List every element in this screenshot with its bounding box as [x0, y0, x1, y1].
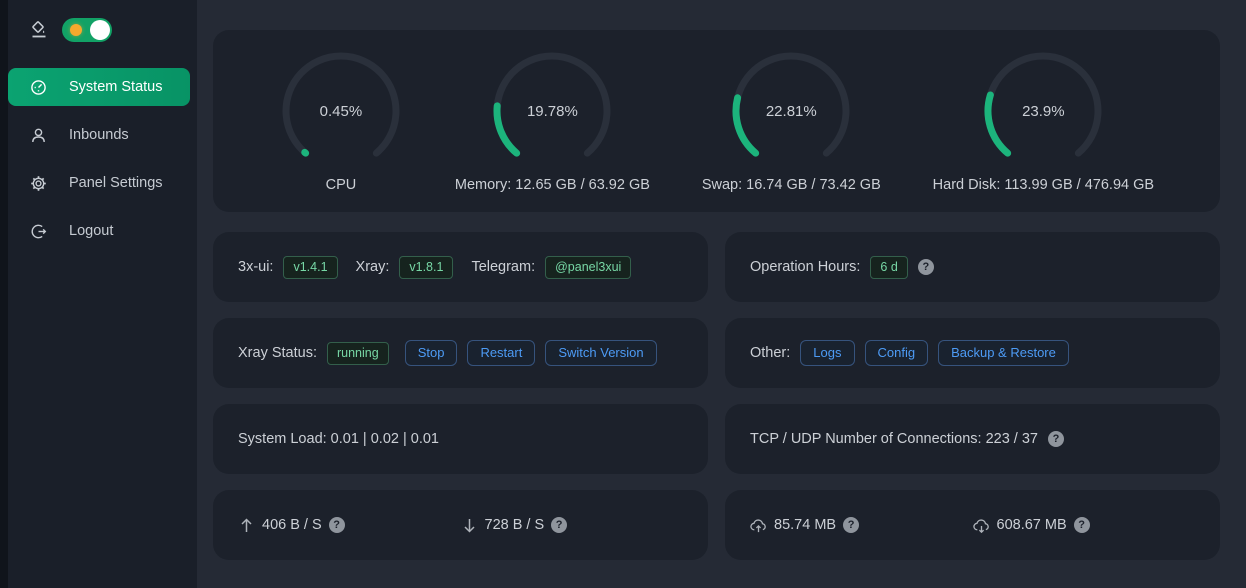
- sidebar: System Status Inbounds Panel Settings: [8, 0, 197, 588]
- sidebar-item-label: Panel Settings: [69, 175, 163, 191]
- gauge-memory-percent: 19.78%: [490, 49, 614, 173]
- sidebar-header: [8, 0, 197, 56]
- gauge-swap: 22.81% Swap: 16.74 GB / 73.42 GB: [702, 49, 881, 193]
- operation-hours-label: Operation Hours:: [750, 259, 860, 275]
- help-icon[interactable]: ?: [329, 517, 345, 533]
- total-received-value: 608.67 MB: [997, 517, 1067, 533]
- help-icon[interactable]: ?: [918, 259, 934, 275]
- toggle-knob: [90, 20, 110, 40]
- xray-version-tag: v1.8.1: [399, 256, 453, 279]
- logs-button[interactable]: Logs: [800, 340, 854, 366]
- 3x-ui-version-tag: v1.4.1: [283, 256, 337, 279]
- gauge-memory-label: Memory: 12.65 GB / 63.92 GB: [455, 177, 650, 193]
- 3x-ui-label: 3x-ui:: [238, 259, 273, 275]
- system-load-text: System Load: 0.01 | 0.02 | 0.01: [238, 431, 439, 447]
- gauge-swap-percent: 22.81%: [729, 49, 853, 173]
- user-icon: [30, 127, 47, 144]
- system-load-card: System Load: 0.01 | 0.02 | 0.01: [213, 404, 708, 474]
- connections-card: TCP / UDP Number of Connections: 223 / 3…: [725, 404, 1220, 474]
- gauge-cpu-label: CPU: [326, 177, 357, 193]
- operation-hours-card: Operation Hours: 6 d ?: [725, 232, 1220, 302]
- sidebar-item-panel-settings[interactable]: Panel Settings: [8, 164, 197, 202]
- gauge-cpu-percent: 0.45%: [279, 49, 403, 173]
- arrow-up-icon: [238, 517, 255, 534]
- dark-mode-toggle[interactable]: [62, 18, 112, 42]
- traffic-totals-card: 85.74 MB ? 608.67 MB ?: [725, 490, 1220, 560]
- network-speed-card: 406 B / S ? 728 B / S ?: [213, 490, 708, 560]
- gauge-swap-label: Swap: 16.74 GB / 73.42 GB: [702, 177, 881, 193]
- sidebar-menu: System Status Inbounds Panel Settings: [8, 68, 197, 250]
- sidebar-item-logout[interactable]: Logout: [8, 212, 197, 250]
- help-icon[interactable]: ?: [843, 517, 859, 533]
- stop-button[interactable]: Stop: [405, 340, 458, 366]
- download-speed: 728 B / S ?: [461, 517, 684, 534]
- help-icon[interactable]: ?: [1074, 517, 1090, 533]
- connections-text: TCP / UDP Number of Connections: 223 / 3…: [750, 431, 1038, 447]
- help-icon[interactable]: ?: [551, 517, 567, 533]
- upload-speed-value: 406 B / S: [262, 517, 322, 533]
- backup-restore-button[interactable]: Backup & Restore: [938, 340, 1069, 366]
- xray-status-label: Xray Status:: [238, 345, 317, 361]
- upload-speed: 406 B / S ?: [238, 517, 461, 534]
- help-icon[interactable]: ?: [1048, 431, 1064, 447]
- cloud-download-icon: [973, 517, 990, 534]
- xray-status-card: Xray Status: running Stop Restart Switch…: [213, 318, 708, 388]
- operation-hours-tag: 6 d: [870, 256, 907, 279]
- total-received: 608.67 MB ?: [973, 517, 1196, 534]
- gauge-memory: 19.78% Memory: 12.65 GB / 63.92 GB: [455, 49, 650, 193]
- download-speed-value: 728 B / S: [485, 517, 545, 533]
- main-content: 0.45% CPU 19.78% Memory: 12.65 GB / 63.9…: [197, 0, 1246, 588]
- gear-icon: [30, 175, 47, 192]
- sidebar-item-label: Logout: [69, 223, 113, 239]
- arrow-down-icon: [461, 517, 478, 534]
- sidebar-item-inbounds[interactable]: Inbounds: [8, 116, 197, 154]
- sun-icon: [70, 24, 82, 36]
- paint-bucket-icon: [30, 21, 48, 39]
- gauge-hard-disk: 23.9% Hard Disk: 113.99 GB / 476.94 GB: [933, 49, 1154, 193]
- gauge-hard-disk-label: Hard Disk: 113.99 GB / 476.94 GB: [933, 177, 1154, 193]
- gauge-cpu: 0.45% CPU: [279, 49, 403, 193]
- xray-running-tag: running: [327, 342, 389, 365]
- gauge-hard-disk-percent: 23.9%: [981, 49, 1105, 173]
- total-sent: 85.74 MB ?: [750, 517, 973, 534]
- switch-version-button[interactable]: Switch Version: [545, 340, 656, 366]
- total-sent-value: 85.74 MB: [774, 517, 836, 533]
- versions-card: 3x-ui: v1.4.1 Xray: v1.8.1 Telegram: @pa…: [213, 232, 708, 302]
- logout-icon: [30, 223, 47, 240]
- sidebar-item-label: System Status: [69, 79, 162, 95]
- restart-button[interactable]: Restart: [467, 340, 535, 366]
- dashboard-icon: [30, 79, 47, 96]
- sidebar-item-system-status[interactable]: System Status: [8, 68, 190, 106]
- telegram-label: Telegram:: [471, 259, 535, 275]
- config-button[interactable]: Config: [865, 340, 929, 366]
- telegram-tag[interactable]: @panel3xui: [545, 256, 631, 279]
- other-label: Other:: [750, 345, 790, 361]
- cloud-upload-icon: [750, 517, 767, 534]
- other-actions-card: Other: Logs Config Backup & Restore: [725, 318, 1220, 388]
- system-gauges-card: 0.45% CPU 19.78% Memory: 12.65 GB / 63.9…: [213, 30, 1220, 212]
- xray-label: Xray:: [356, 259, 390, 275]
- sidebar-item-label: Inbounds: [69, 127, 129, 143]
